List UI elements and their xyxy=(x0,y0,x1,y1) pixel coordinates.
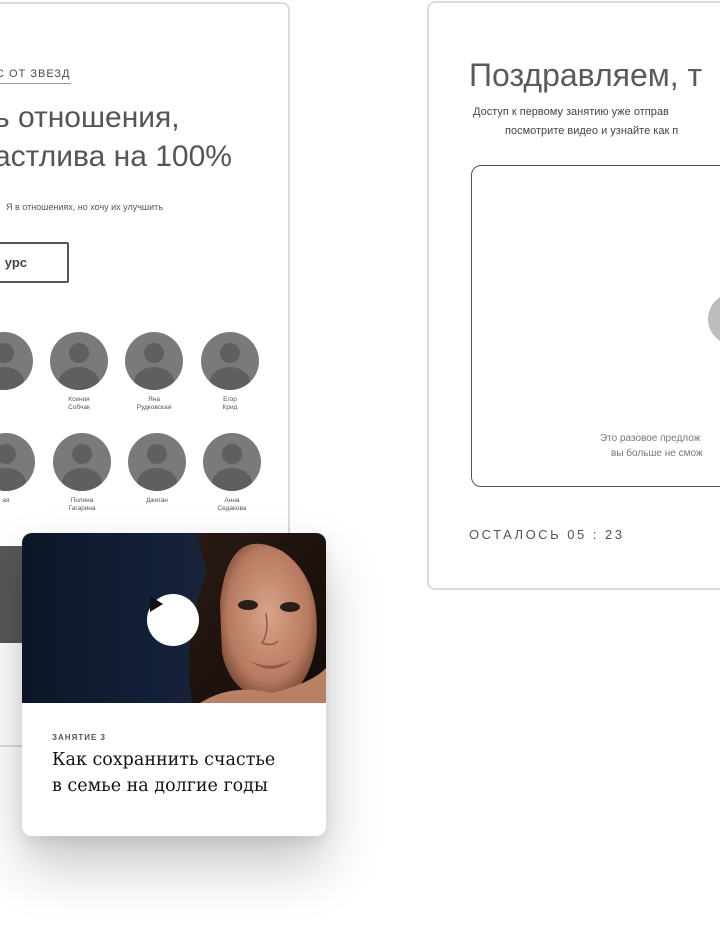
lesson-title: Как сохраннить счастье в семье на долгие… xyxy=(52,747,275,799)
lesson-title-line-2: в семье на долгие годы xyxy=(52,776,268,796)
avatar-name: Анна Седакова xyxy=(217,497,247,512)
landing-eyebrow: С ОТ ЗВЕЗД xyxy=(0,68,71,84)
avatar-card[interactable]: Анна Седакова xyxy=(202,433,262,513)
lesson-number: ЗАНЯТИЕ 3 xyxy=(52,733,106,742)
offer-note: Это разовое предлож вы больше не смож xyxy=(600,431,703,461)
headline-line-2: астлива на 100% xyxy=(0,140,232,173)
lesson-cover-image xyxy=(22,533,326,703)
offer-note-line-1: Это разовое предлож xyxy=(600,433,701,444)
subtitle-line-1: Доступ к первому занятию уже отправ xyxy=(473,106,669,118)
avatar-name: Егор Крид xyxy=(222,396,238,411)
countdown-time: 05 : 23 xyxy=(567,527,625,542)
avatar-placeholder-icon xyxy=(125,332,183,390)
headline-line-1: ь отношения, xyxy=(0,101,180,134)
congratulations-subtitle: Доступ к первому занятию уже отправ посм… xyxy=(473,103,678,141)
video-play-icon[interactable] xyxy=(708,293,720,345)
lesson-card[interactable]: ЗАНЯТИЕ 3 Как сохраннить счастье в семье… xyxy=(22,533,326,836)
avatar-name: Джиган xyxy=(146,497,168,504)
avatar-card[interactable]: Джиган xyxy=(127,433,187,505)
avatar-placeholder-icon xyxy=(0,332,33,390)
avatar-name: ая xyxy=(2,497,10,504)
avatar-card[interactable] xyxy=(0,332,34,396)
avatar-placeholder-icon xyxy=(203,433,261,491)
play-icon[interactable] xyxy=(147,594,199,646)
landing-headline: ь отношения, астлива на 100% xyxy=(0,98,232,176)
lesson-title-line-1: Как сохраннить счастье xyxy=(52,750,276,770)
course-button[interactable]: урс xyxy=(0,242,69,283)
avatar-placeholder-icon xyxy=(50,332,108,390)
relationship-option-label[interactable]: Я в отношениях, но хочу их улучшить xyxy=(6,202,163,212)
avatar-card[interactable]: ая xyxy=(0,433,36,505)
avatar-name: Яна Рудковская xyxy=(136,396,172,411)
avatar-card[interactable]: Егор Крид xyxy=(200,332,260,412)
countdown-timer: ОСТАЛОСЬ 05 : 23 xyxy=(469,527,625,542)
avatar-placeholder-icon xyxy=(0,433,35,491)
countdown-label: ОСТАЛОСЬ xyxy=(469,527,562,542)
avatar-card[interactable]: Яна Рудковская xyxy=(124,332,184,412)
congratulations-title: Поздравляем, т xyxy=(469,57,703,93)
avatar-name: Полина Гагарина xyxy=(68,497,96,512)
avatar-card[interactable]: Полина Гагарина xyxy=(52,433,112,513)
avatar-card[interactable]: Ксения Собчак xyxy=(49,332,109,412)
avatar-placeholder-icon xyxy=(201,332,259,390)
avatar-placeholder-icon xyxy=(128,433,186,491)
offer-note-line-2: вы больше не смож xyxy=(611,448,703,459)
canvas: С ОТ ЗВЕЗД ь отношения, астлива на 100% … xyxy=(0,0,720,947)
subtitle-line-2: посмотрите видео и узнайте как п xyxy=(505,125,679,137)
avatar-name: Ксения Собчак xyxy=(68,396,90,411)
avatar-placeholder-icon xyxy=(53,433,111,491)
congratulations-card: Поздравляем, т Доступ к первому занятию … xyxy=(427,1,720,590)
video-player[interactable]: Это разовое предлож вы больше не смож xyxy=(471,165,720,487)
